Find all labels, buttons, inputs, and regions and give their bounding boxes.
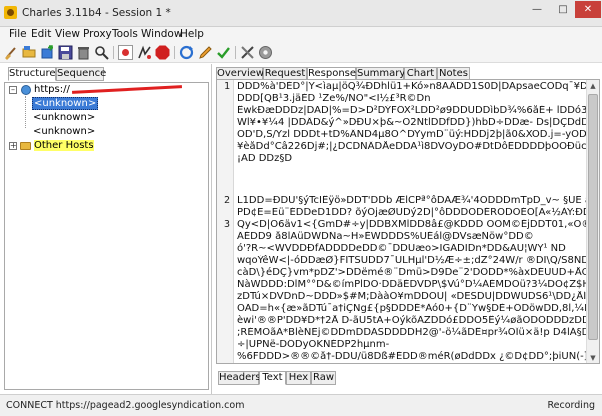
tab-structure[interactable]: Structure bbox=[8, 67, 56, 81]
menu-edit[interactable]: Edit bbox=[31, 28, 51, 40]
tab-text[interactable]: Text bbox=[259, 371, 286, 385]
stop-icon[interactable] bbox=[155, 45, 170, 60]
status-bar: CONNECT https://pagead2.googlesyndicatio… bbox=[0, 394, 602, 416]
open-folder-icon[interactable] bbox=[22, 45, 37, 60]
tab-hex[interactable]: Hex bbox=[286, 371, 311, 385]
tab-headers[interactable]: Headers bbox=[218, 371, 261, 385]
scroll-up-icon[interactable]: ▲ bbox=[588, 81, 598, 91]
charles-app-icon bbox=[4, 6, 17, 19]
structure-pane: Structure Sequence – https:// <unknown> … bbox=[0, 64, 212, 394]
response-lines: DDD%à'DÉD°|Y<ìaµ|öQ¾ÐDhlü1+Kó»n8ÄÂDD1S0D… bbox=[237, 80, 587, 363]
unknown-label-selected: <unknown> bbox=[32, 97, 99, 110]
text-line: wqoÝêW<|-óDDæØ}FÏTSÙDD7¯ÙLHµl'D½Æ÷±;dZ°2… bbox=[237, 255, 587, 266]
text-line: %6FDDD>®®©å†-DDÚ/ü8Dß#ÉDD®méR(øDdDDx ¿©D… bbox=[237, 351, 587, 362]
trash-icon[interactable] bbox=[76, 45, 91, 60]
line-number-gutter: 1 2 3 bbox=[217, 80, 234, 363]
text-line: NàWDDD:DlM°°D&©ímPlDÖ·DDäÉDVDP\$Vú°D¼ÁÉM… bbox=[237, 279, 587, 290]
status-message: CONNECT https://pagead2.googlesyndicatio… bbox=[6, 400, 245, 411]
text-line: ÖÃD=h«{æ»ãDTú¯a†iÇNg£{p§DDDÉ*Àó0+{D¨Yw§D… bbox=[237, 303, 587, 314]
unknown-label: <unknown> bbox=[33, 126, 96, 137]
tree-guide-line bbox=[25, 96, 26, 128]
globe-icon bbox=[21, 85, 31, 95]
structure-tree: – https:// <unknown> <unknown> <unknown>… bbox=[4, 82, 209, 390]
toolbar-separator bbox=[174, 46, 175, 59]
toolbar-separator bbox=[113, 46, 114, 59]
validate-check-icon[interactable] bbox=[216, 45, 231, 60]
expand-toggle[interactable]: + bbox=[9, 142, 17, 150]
record-icon[interactable] bbox=[118, 45, 133, 60]
title-bar: Charles 3.11b4 - Session 1 * — □ ✕ bbox=[0, 0, 602, 27]
folder-icon bbox=[20, 142, 31, 150]
detail-pane: Overview Request Response Summary Chart … bbox=[214, 64, 602, 394]
redaction-mark bbox=[71, 84, 182, 94]
window-title: Charles 3.11b4 - Session 1 * bbox=[22, 7, 171, 19]
broom-icon[interactable] bbox=[4, 45, 19, 60]
find-icon[interactable] bbox=[94, 45, 109, 60]
text-line: ;RÉMÔãÃ*BlèÑEj©DDmDDÃSDDDDH2@'-ö¼ãDÊ¤pr¾… bbox=[237, 327, 587, 338]
text-line: ¡AD DDz§D bbox=[237, 153, 293, 164]
menu-bar: File Edit View Proxy Tools Window Help bbox=[0, 27, 602, 43]
other-hosts-label: Other Hosts bbox=[34, 140, 94, 151]
vertical-scrollbar[interactable]: ▲ ▼ bbox=[586, 80, 599, 363]
response-text-view[interactable]: 1 2 3 DDD%à'DÉD°|Y<ìaµ|öQ¾ÐDhlü1+Kó»n8ÄÂ… bbox=[216, 79, 600, 364]
tree-host-row[interactable]: https:// bbox=[34, 84, 182, 96]
settings-gear-icon[interactable] bbox=[258, 45, 273, 60]
scroll-down-icon[interactable]: ▼ bbox=[588, 353, 598, 363]
tree-item-unknown[interactable]: <unknown> bbox=[33, 126, 95, 138]
unknown-label: <unknown> bbox=[33, 112, 96, 123]
menu-window[interactable]: Window bbox=[141, 28, 182, 40]
line-number: 2 bbox=[223, 195, 230, 206]
text-line: èwi'®®P'DD¥D*†2Å D-ãÛ5tÄ+ÔýkõÃZDDó£DDÕ5Ê… bbox=[237, 315, 587, 326]
toolbar-separator bbox=[235, 46, 236, 59]
edit-pen-icon[interactable] bbox=[198, 45, 213, 60]
text-line: ÷|ÜPNë-DÕDyÓKÑÉDP2hµnm- bbox=[237, 339, 390, 350]
text-line: ó'?R~<WVDDÐfÄDDDDeDD©¯DDÜæo>ÏGÃDIDn*DD&Ä… bbox=[237, 243, 566, 254]
tree-item-unknown[interactable]: <unknown> bbox=[33, 112, 95, 124]
recording-status[interactable]: Recording bbox=[547, 400, 595, 411]
text-line: ÃÉDD9 å8lÄüDWDÑa~H»ÈWDDDS%ÚÉál@DVsæÑöw°D… bbox=[237, 231, 534, 242]
tab-sequence[interactable]: Sequence bbox=[56, 67, 106, 81]
tree-other-hosts[interactable]: Other Hosts bbox=[34, 140, 94, 152]
text-line: L1DD=ÐDÚ'§ýTcÏÊÿö»DDT'DDb ÆlCPª°ôDÃÆ¾'4Ô… bbox=[237, 195, 587, 206]
maximize-button[interactable]: □ bbox=[550, 1, 576, 18]
toolbar bbox=[0, 43, 602, 63]
text-line: ÖD'D,S/Yzl DDDt+tD%ÂND4µ8Ô^DYymD¨üý:HDDj… bbox=[237, 129, 587, 140]
save-icon[interactable] bbox=[58, 45, 73, 60]
text-line: DDD%à'DÉD°|Y<ìaµ|öQ¾ÐDhlü1+Kó»n8ÄÂDD1S0D… bbox=[237, 81, 587, 92]
close-button[interactable]: ✕ bbox=[575, 1, 601, 18]
refresh-icon[interactable] bbox=[179, 45, 194, 60]
minimize-button[interactable]: — bbox=[524, 1, 550, 18]
host-url: https:// bbox=[34, 84, 70, 95]
menu-help[interactable]: Help bbox=[180, 28, 204, 40]
tab-raw[interactable]: Raw bbox=[311, 371, 336, 385]
text-line: DDD[QB¹3.jäÉD ¹Ze%/NÔ"<Ï½£³R©Dn bbox=[237, 93, 431, 104]
menu-file[interactable]: File bbox=[9, 28, 27, 40]
menu-proxy[interactable]: Proxy bbox=[83, 28, 112, 40]
text-line: Qy<D|Ö6äv1<{GmD#÷y|DDBXMlDD8â£@KDDD ÔÓM©… bbox=[237, 219, 587, 230]
scroll-thumb[interactable] bbox=[588, 94, 598, 340]
line-number: 1 bbox=[223, 81, 230, 92]
add-session-icon[interactable] bbox=[40, 45, 55, 60]
text-line: zDTú×DVDnD~DDD»$#M;DààÓ¥mDDÓU| «DESDÜ|DD… bbox=[237, 291, 587, 302]
text-line: Wl¥•¥¼4 |DDÂD&ý^»DÐÜ×þ&~Ö2NtlDDfDD})hbD÷… bbox=[237, 117, 587, 128]
text-line: ¥èåDd°Câ226Dj#;|¿DCDNÂDÅeDDÄ¹ì8DVOyDÔ#Dt… bbox=[237, 141, 587, 152]
throttle-icon[interactable] bbox=[137, 45, 152, 60]
tree-item-unknown[interactable]: <unknown> bbox=[32, 97, 99, 110]
menu-view[interactable]: View bbox=[55, 28, 80, 40]
tools-icon[interactable] bbox=[240, 45, 255, 60]
line-number: 3 bbox=[223, 219, 230, 230]
text-line: PD¢E=Eü¨ÉDDeD1DD? õýÕjæØUDý2D|°ôDDDÖDÉRÔ… bbox=[237, 207, 587, 218]
menu-tools[interactable]: Tools bbox=[112, 28, 138, 40]
text-line: ÊwkÐæDDDz|DÄD|%=D>D²DÝFÕX²LDD²ø9DDÙDDìbD… bbox=[237, 105, 587, 116]
collapse-toggle[interactable]: – bbox=[9, 86, 17, 94]
text-line: càD\}éDÇ}vm*pDZ'>DDëmé®¨Dmü>D9De¨2'DÖDD*… bbox=[237, 267, 587, 278]
